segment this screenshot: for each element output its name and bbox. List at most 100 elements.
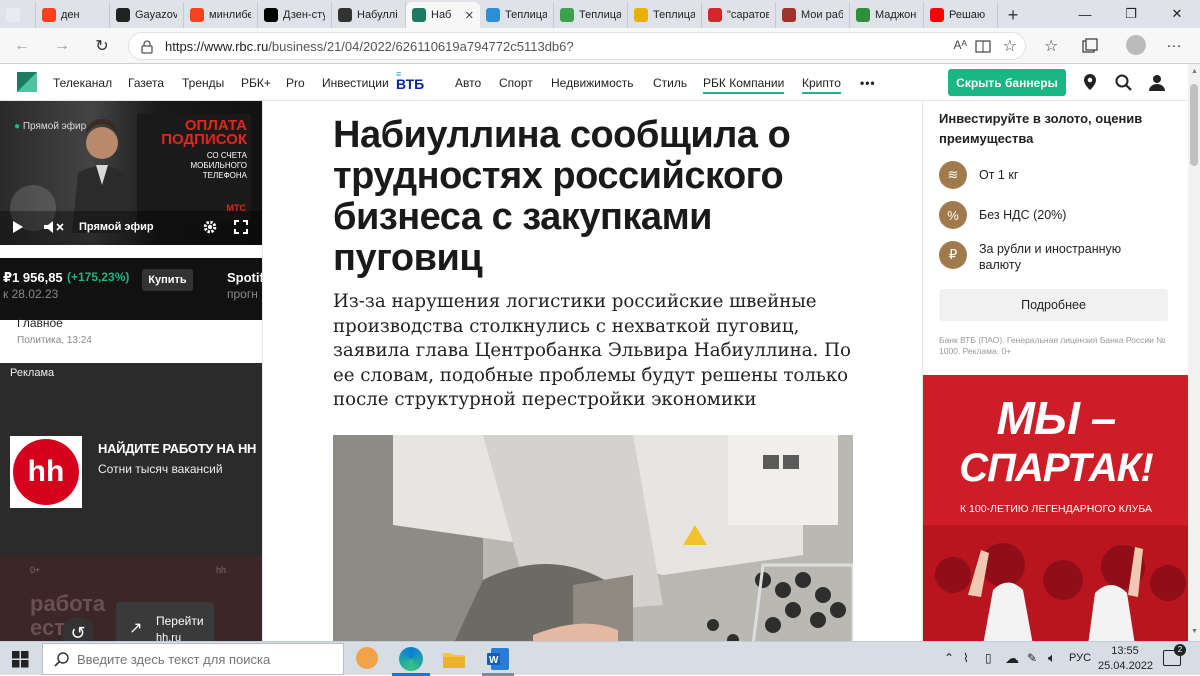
browser-tab[interactable]: ден xyxy=(36,2,110,28)
goto-domain: hh.ru xyxy=(156,632,182,641)
user-icon[interactable] xyxy=(1149,74,1165,91)
ticker-change: (+175,23%) xyxy=(67,270,130,284)
letter-l-icon xyxy=(338,8,352,22)
live-video-player[interactable]: ● Прямой эфир Оплата подписок со счета м… xyxy=(0,101,262,245)
pen-icon[interactable]: ✎ xyxy=(1027,651,1037,665)
feature-weight: ≋ От 1 кг xyxy=(939,161,1159,189)
browser-tab[interactable]: Маджон xyxy=(850,2,924,28)
close-tab-icon[interactable]: ✕ xyxy=(465,9,474,22)
lock-icon xyxy=(141,40,153,54)
buy-button[interactable]: Купить xyxy=(142,269,193,291)
nav-newspaper[interactable]: Газета xyxy=(128,76,164,90)
scroll-up-icon[interactable]: ▲ xyxy=(1191,68,1198,75)
back-button[interactable]: ← xyxy=(10,34,34,58)
news-title[interactable]: Главное xyxy=(17,316,63,330)
feature-label: Без НДС (20%) xyxy=(979,208,1067,222)
nav-realty[interactable]: Недвижимость xyxy=(551,76,634,90)
refresh-icon: ↻ xyxy=(95,38,109,55)
search-input[interactable] xyxy=(77,650,327,668)
ticker-date: к 28.02.23 xyxy=(3,287,59,301)
browser-tab[interactable]: Дзен-сту xyxy=(258,2,332,28)
volume-icon[interactable]: 🔈︎ xyxy=(1048,650,1056,666)
nav-investments[interactable]: Инвестиции xyxy=(322,76,389,90)
minimize-button[interactable]: — xyxy=(1062,0,1108,28)
rbc-logo[interactable] xyxy=(17,72,37,92)
browser-tab[interactable]: Теплица xyxy=(480,2,554,28)
refresh-circle-button[interactable]: ↺ xyxy=(62,617,94,641)
notification-icon[interactable]: 2 xyxy=(1163,644,1186,666)
more-details-button[interactable]: Подробнее xyxy=(939,289,1168,321)
browser-tab[interactable]: Теплица xyxy=(554,2,628,28)
browser-tab[interactable]: Мои раб xyxy=(776,2,850,28)
yandex-icon xyxy=(190,8,204,22)
immersive-reader-icon[interactable] xyxy=(975,40,991,54)
nav-sport[interactable]: Спорт xyxy=(499,76,533,90)
browser-tab[interactable]: минлибе xyxy=(184,2,258,28)
forward-button[interactable]: → xyxy=(50,34,74,58)
favorite-star-icon[interactable]: ☆ xyxy=(1003,36,1017,56)
network-icon[interactable]: ⌇ xyxy=(963,651,969,665)
nav-style[interactable]: Стиль xyxy=(653,76,687,90)
video-ad-subtitle: со счета мобильного телефона xyxy=(190,151,248,180)
browser-tab[interactable]: Gayazov xyxy=(110,2,184,28)
spartak-ad[interactable]: МЫ – СПАРТАК! К 100-ЛЕТИЮ ЛЕГЕНДАРНОГО К… xyxy=(923,375,1188,641)
browser-tab[interactable]: Решаю xyxy=(924,2,998,28)
promo-title: Инвестируйте в золото, оценив преимущест… xyxy=(939,111,1143,146)
nav-trends[interactable]: Тренды xyxy=(182,76,224,90)
tray-chevron-icon[interactable]: ⌃ xyxy=(944,651,954,665)
search-icon xyxy=(54,652,69,667)
more-menu-icon[interactable]: … xyxy=(1166,34,1182,52)
search-icon[interactable] xyxy=(1115,74,1132,91)
vtb-logo[interactable]: ≡ ВТБ xyxy=(396,70,424,93)
restore-button[interactable]: ❐ xyxy=(1108,0,1154,28)
windows-start-icon[interactable] xyxy=(12,651,29,668)
browser-tab[interactable]: Теплица xyxy=(628,2,702,28)
browser-tab[interactable] xyxy=(0,2,36,28)
battery-icon[interactable]: ▯ xyxy=(985,651,992,665)
fullscreen-icon[interactable] xyxy=(234,220,248,234)
replay-icon: ↺ xyxy=(70,623,86,641)
url-bar[interactable]: https://www.rbc.ru/business/21/04/2022/6… xyxy=(128,32,1026,60)
profile-avatar[interactable] xyxy=(1126,35,1146,55)
language-indicator[interactable]: РУС xyxy=(1069,652,1091,664)
nav-more-button[interactable]: ••• xyxy=(860,76,876,90)
settings-gear-icon[interactable] xyxy=(203,220,217,234)
file-explorer-icon[interactable] xyxy=(443,650,465,668)
hide-banners-button[interactable]: Скрыть баннеры xyxy=(948,69,1066,96)
new-tab-button[interactable]: + xyxy=(998,2,1028,28)
goto-button[interactable]: ↗ Перейти hh.ru xyxy=(116,602,214,641)
weather-icon[interactable] xyxy=(356,647,378,669)
cloud-icon[interactable]: ☁ xyxy=(1005,650,1019,667)
play-icon[interactable] xyxy=(12,220,24,234)
nav-crypto[interactable]: Крипто xyxy=(802,76,841,94)
word-icon[interactable]: W xyxy=(487,648,509,670)
taskbar-search[interactable] xyxy=(42,643,344,675)
clock-time[interactable]: 13:55 xyxy=(1101,645,1149,657)
article-photo[interactable] xyxy=(333,435,853,641)
close-window-button[interactable]: ✕ xyxy=(1154,0,1200,28)
page-scrollbar[interactable]: ▲ ▼ xyxy=(1188,64,1200,641)
nav-rbc-companies[interactable]: РБК Компании xyxy=(703,76,785,94)
nav-tv[interactable]: Телеканал xyxy=(53,76,112,90)
nav-pro[interactable]: Pro xyxy=(286,76,305,90)
scroll-down-icon[interactable]: ▼ xyxy=(1191,628,1198,635)
mute-icon[interactable] xyxy=(43,220,65,234)
tab-title: Набуллі xyxy=(357,9,398,21)
collections-icon[interactable] xyxy=(1082,38,1098,54)
clock-date[interactable]: 25.04.2022 xyxy=(1098,660,1153,672)
favorites-icon[interactable]: ☆ xyxy=(1044,36,1058,56)
nav-rbc-plus[interactable]: РБК+ xyxy=(241,76,271,90)
spotify-label[interactable]: Spotif xyxy=(227,270,262,285)
location-pin-icon[interactable] xyxy=(1083,73,1097,91)
read-aloud-icon[interactable]: Aᴬ xyxy=(954,38,967,52)
percent-icon: % xyxy=(939,201,967,229)
hh-ad-block[interactable]: Реклама hh НАЙДИТЕ РАБОТУ НА НН Сотни ты… xyxy=(0,363,262,641)
edge-icon[interactable] xyxy=(399,647,423,671)
scroll-thumb[interactable] xyxy=(1190,84,1198,166)
browser-tab[interactable]: Набуллі xyxy=(332,2,406,28)
refresh-button[interactable]: ↻ xyxy=(90,34,114,58)
nav-auto[interactable]: Авто xyxy=(455,76,481,90)
browser-tab[interactable]: Наб ✕ xyxy=(406,2,480,28)
browser-tab[interactable]: "саратов xyxy=(702,2,776,28)
dim-text-1: работа xyxy=(30,591,106,616)
